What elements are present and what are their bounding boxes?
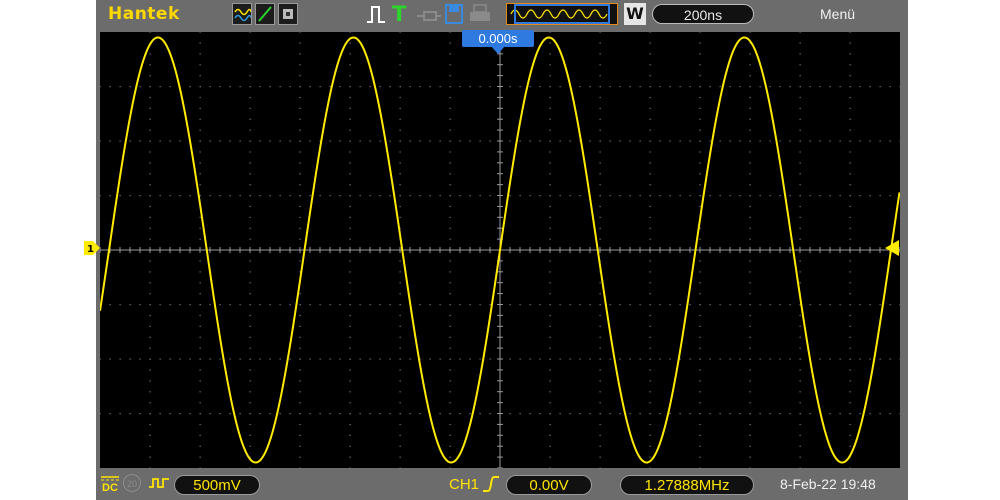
dc-coupling-icon: DC xyxy=(100,473,120,494)
rising-edge-icon xyxy=(482,474,500,494)
print-icon xyxy=(468,3,492,25)
trigger-level-readout: 0.00V xyxy=(506,475,592,495)
slope-icon xyxy=(255,3,275,25)
trigger-position-label: 0.000s xyxy=(462,30,534,47)
probe-icon xyxy=(416,3,442,25)
window-w-icon: W xyxy=(624,3,646,25)
trigger-source-label: CH1 xyxy=(449,476,480,493)
brand-logo: Hantek xyxy=(108,4,180,24)
waveform-icon xyxy=(232,3,252,25)
trigger-t-icon: T xyxy=(392,2,407,26)
ch1-ground-marker: 1 xyxy=(84,241,100,255)
volts-per-div-readout: 500mV xyxy=(174,475,260,495)
save-icon xyxy=(444,3,464,25)
frequency-readout: 1.27888MHz xyxy=(620,475,754,495)
oscilloscope-screen: Hantek T W 200ns Menü 0.000s 1 DC 20 500… xyxy=(0,0,1000,500)
top-status-bar xyxy=(96,0,908,30)
ch1-marker-label: 1 xyxy=(87,244,94,255)
waveform-display xyxy=(100,32,900,468)
pulse-icon xyxy=(366,3,386,25)
dc-label: DC xyxy=(102,482,118,494)
timebase-readout: 200ns xyxy=(652,4,754,24)
memory-icon xyxy=(506,3,618,25)
trigger-position-marker xyxy=(491,46,505,54)
symbol-icon xyxy=(278,3,298,25)
bandwidth-limit-icon: 20 xyxy=(123,474,141,492)
trigger-level-marker xyxy=(885,240,899,256)
date-time-readout: 8-Feb-22 19:48 xyxy=(780,476,876,492)
square-wave-icon xyxy=(148,474,170,492)
menu-button[interactable]: Menü xyxy=(820,6,855,22)
